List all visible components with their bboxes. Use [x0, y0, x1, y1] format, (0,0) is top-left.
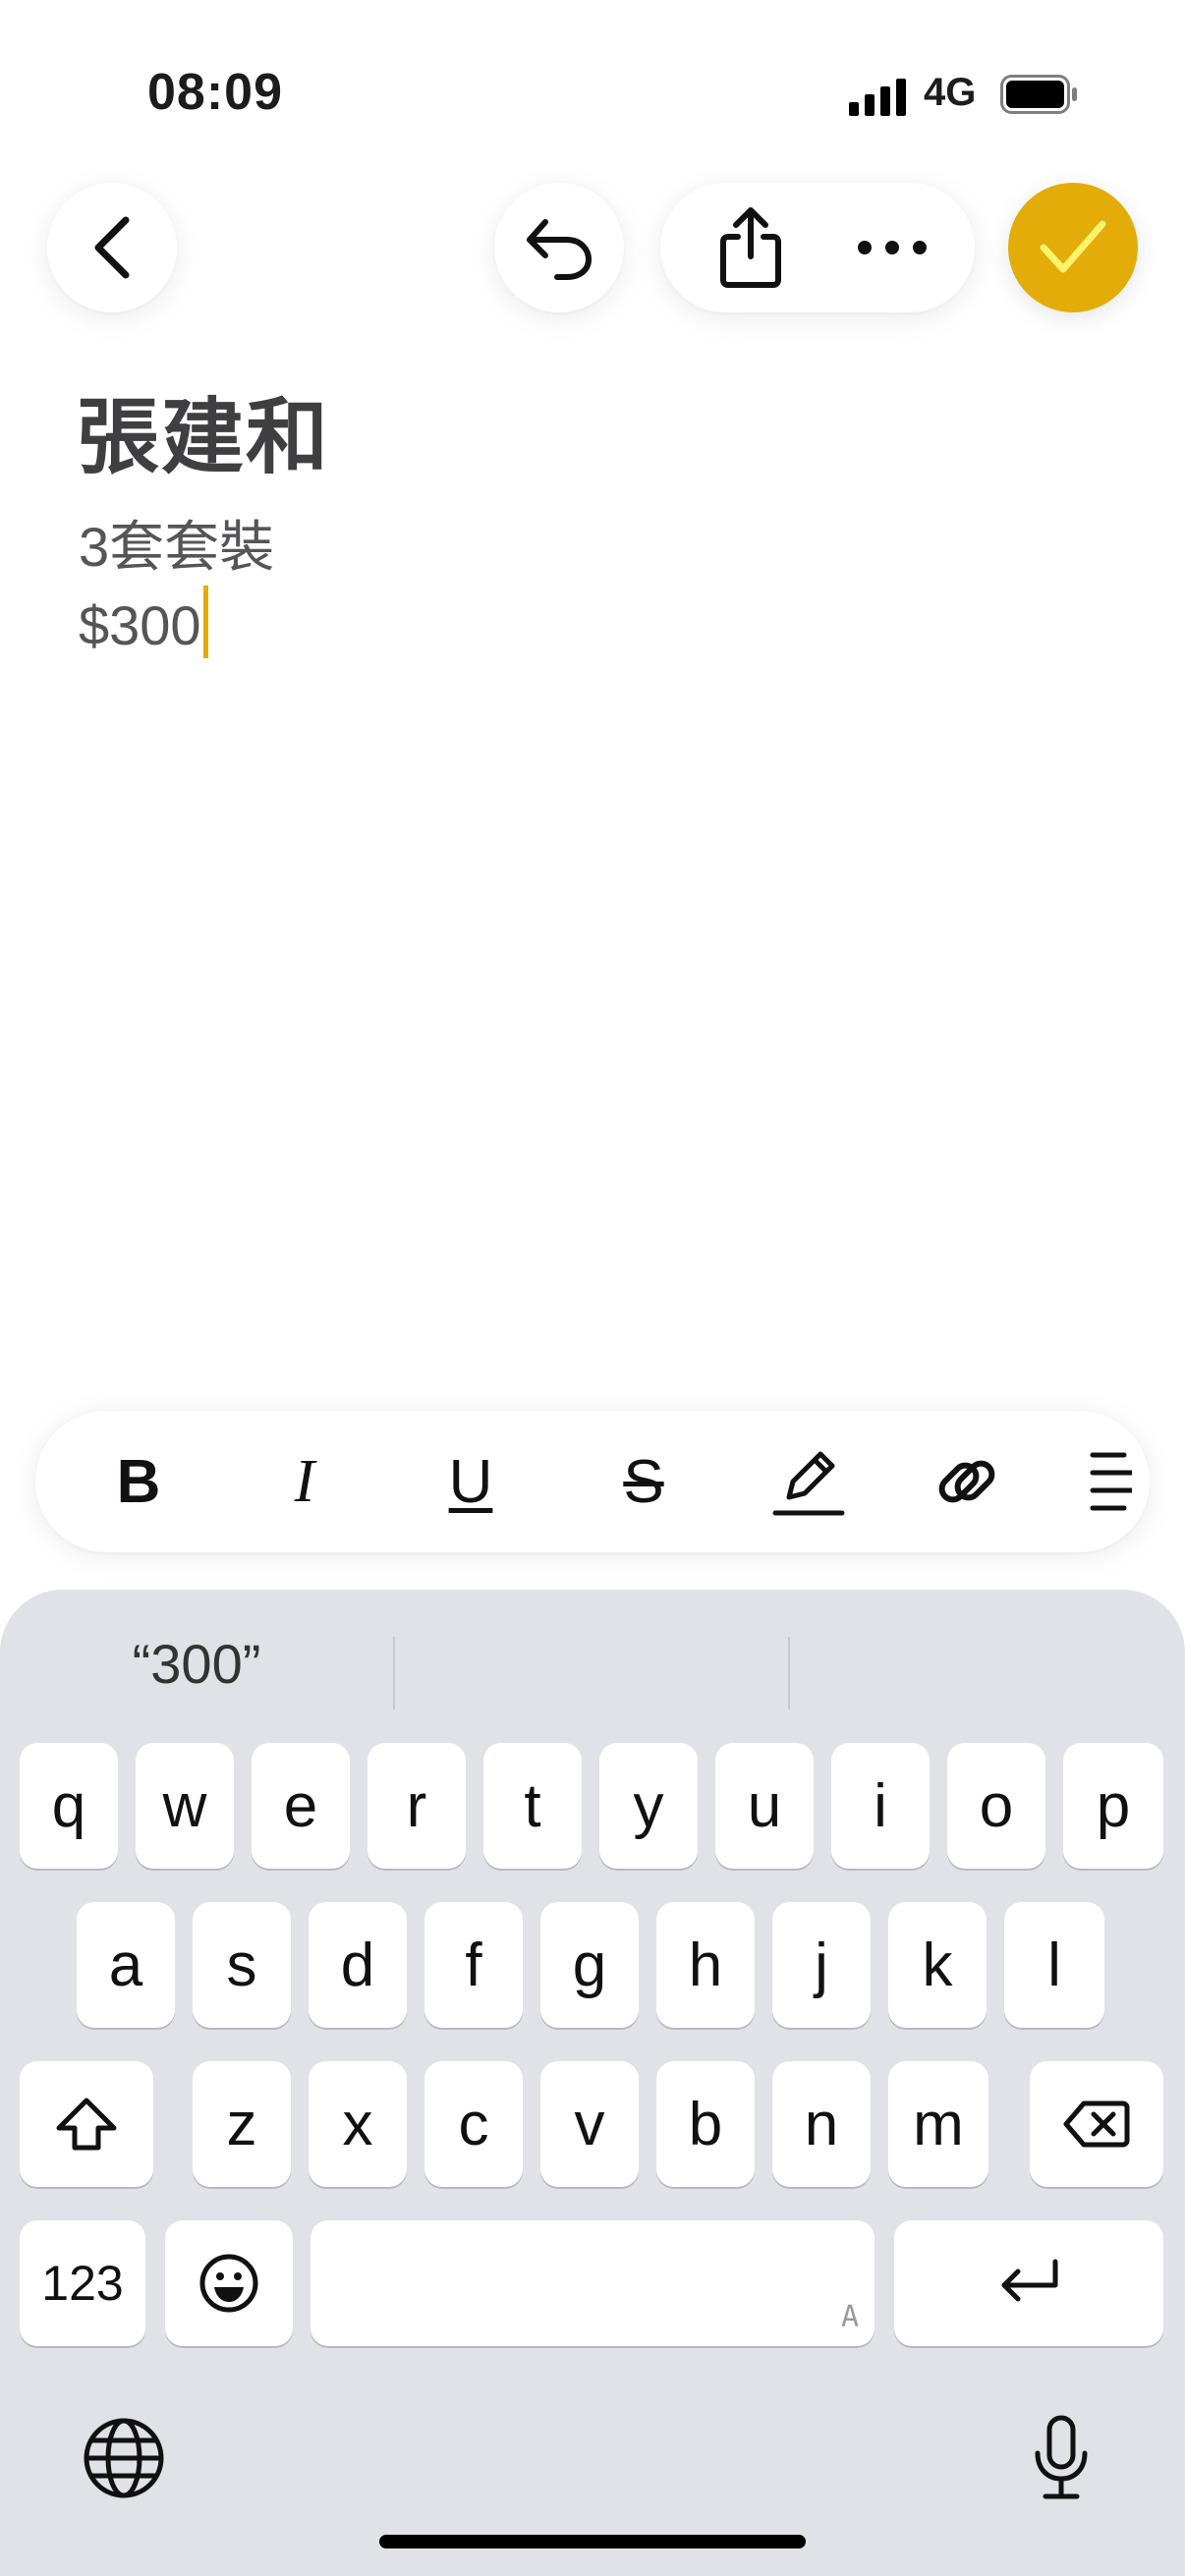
key-o[interactable]: o [947, 1743, 1045, 1869]
strikethrough-label: S [623, 1447, 664, 1516]
format-toolbar: B I U S [35, 1411, 1150, 1552]
status-time: 08:09 [147, 64, 283, 121]
strikethrough-button[interactable]: S [594, 1432, 693, 1531]
globe-button[interactable] [81, 2415, 167, 2501]
home-indicator[interactable] [379, 2535, 806, 2548]
key-i[interactable]: i [831, 1743, 930, 1869]
microphone-icon [1035, 2415, 1088, 2499]
signal-icon [849, 79, 906, 116]
numbers-key[interactable]: 123 [20, 2220, 145, 2346]
key-x[interactable]: x [309, 2061, 407, 2187]
emoji-key[interactable] [165, 2220, 293, 2346]
key-v[interactable]: v [540, 2061, 639, 2187]
delete-key[interactable] [1030, 2061, 1163, 2187]
key-c[interactable]: c [424, 2061, 523, 2187]
status-bar: 08:09 4G [0, 0, 1185, 187]
key-q[interactable]: q [20, 1743, 118, 1869]
suggestion-3[interactable] [790, 1590, 1185, 1737]
note-line-1[interactable]: 3套套裝 [79, 503, 274, 583]
key-m[interactable]: m [888, 2061, 988, 2187]
key-n[interactable]: n [772, 2061, 871, 2187]
undo-icon [527, 219, 592, 280]
key-d[interactable]: d [309, 1902, 407, 2028]
more-button[interactable] [833, 196, 951, 299]
link-icon [938, 1460, 995, 1503]
undo-button[interactable] [494, 183, 624, 312]
key-p[interactable]: p [1063, 1743, 1163, 1869]
share-icon [720, 207, 781, 288]
space-key[interactable]: A [310, 2220, 875, 2346]
bold-button[interactable]: B [89, 1432, 188, 1531]
more-icon [858, 241, 927, 254]
key-a[interactable]: a [77, 1902, 175, 2028]
suggestion-2[interactable] [395, 1590, 788, 1737]
key-g[interactable]: g [540, 1902, 639, 2028]
highlight-button[interactable] [750, 1432, 868, 1531]
key-k[interactable]: k [888, 1902, 987, 2028]
underline-label: U [448, 1447, 493, 1516]
checkmark-icon [1040, 220, 1106, 273]
battery-icon [1000, 75, 1077, 114]
key-b[interactable]: b [656, 2061, 755, 2187]
note-line-2[interactable]: $300 [79, 586, 208, 658]
key-t[interactable]: t [483, 1743, 582, 1869]
text-cursor [202, 586, 208, 658]
pencil-icon [772, 1451, 845, 1516]
return-icon [1001, 2259, 1058, 2302]
note-line-2-text: $300 [79, 594, 201, 656]
key-r[interactable]: r [367, 1743, 466, 1869]
globe-icon [84, 2418, 164, 2498]
shift-key[interactable] [20, 2061, 153, 2187]
shift-icon [56, 2098, 117, 2151]
share-button[interactable] [700, 196, 802, 299]
note-title[interactable]: 張建和 [77, 371, 330, 490]
done-button[interactable] [1008, 183, 1138, 312]
keyboard: “300” q w e r t y u i o p a s d f g h j … [0, 1590, 1185, 2576]
emoji-icon [199, 2254, 258, 2313]
key-s[interactable]: s [193, 1902, 291, 2028]
space-hint: A [840, 2300, 859, 2334]
link-button[interactable] [918, 1432, 1016, 1531]
key-z[interactable]: z [193, 2061, 291, 2187]
key-y[interactable]: y [599, 1743, 698, 1869]
delete-icon [1063, 2100, 1130, 2148]
back-button[interactable] [47, 183, 177, 312]
return-key[interactable] [894, 2220, 1163, 2346]
key-j[interactable]: j [772, 1902, 871, 2028]
suggestion-1[interactable]: “300” [0, 1590, 393, 1737]
key-w[interactable]: w [136, 1743, 234, 1869]
actions-pill [660, 183, 975, 312]
key-u[interactable]: u [715, 1743, 814, 1869]
key-l[interactable]: l [1004, 1902, 1104, 2028]
network-type: 4G [924, 71, 977, 114]
key-f[interactable]: f [424, 1902, 523, 2028]
key-e[interactable]: e [252, 1743, 350, 1869]
bold-label: B [116, 1447, 161, 1516]
underline-button[interactable]: U [422, 1432, 520, 1531]
key-h[interactable]: h [656, 1902, 755, 2028]
italic-button[interactable]: I [255, 1432, 354, 1531]
align-icon [1090, 1452, 1132, 1511]
back-icon [94, 216, 130, 279]
dictation-button[interactable] [1018, 2409, 1104, 2507]
italic-label: I [294, 1447, 315, 1515]
alignment-button[interactable] [1089, 1432, 1150, 1531]
